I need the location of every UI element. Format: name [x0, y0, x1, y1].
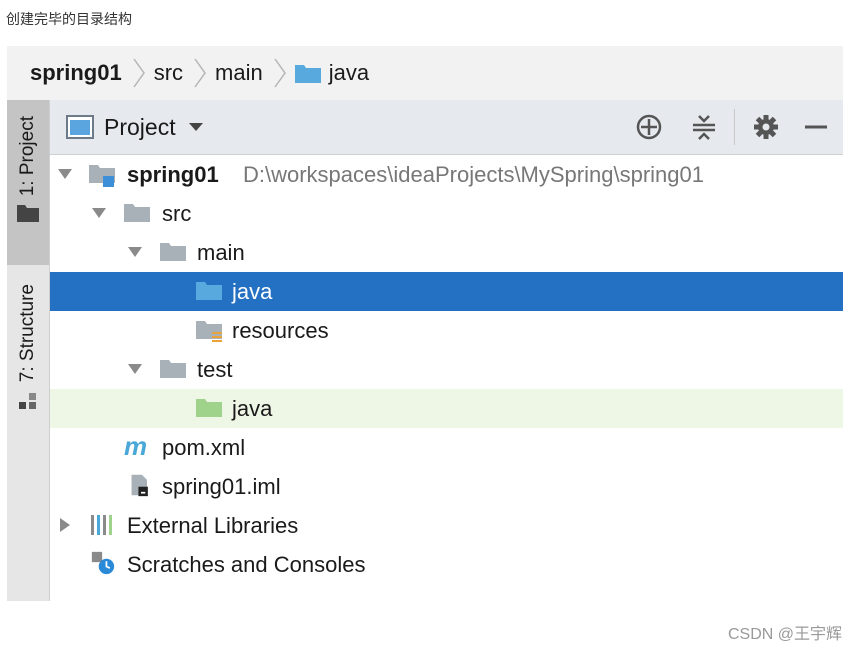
expand-arrow-icon[interactable] — [128, 245, 142, 259]
collapse-all-icon[interactable] — [690, 113, 718, 141]
tab-project-label: 1: Project — [17, 116, 38, 197]
source-folder-icon — [196, 282, 222, 300]
breadcrumb-java-label: java — [328, 60, 370, 85]
scratches-icon — [91, 551, 115, 575]
tree-row-main[interactable]: main — [50, 233, 843, 272]
tree-label-iml: spring01.iml — [162, 473, 281, 499]
tree-label-src: src — [162, 200, 192, 226]
tree-root-path: D:\workspaces\ideaProjects\MySpring\spri… — [243, 161, 704, 187]
project-view-icon — [66, 115, 94, 139]
breadcrumb-separator-icon — [133, 58, 145, 88]
breadcrumb-item-main[interactable]: main — [215, 60, 263, 86]
tree-row-root[interactable]: spring01 D:\workspaces\ideaProjects\MySp… — [50, 155, 843, 194]
tree-row-test[interactable]: test — [50, 350, 843, 389]
tree-row-test-java[interactable]: java — [50, 389, 843, 428]
tree-label-resources: resources — [232, 317, 329, 343]
folder-icon — [124, 204, 150, 222]
tree-row-src[interactable]: src — [50, 194, 843, 233]
breadcrumb: spring01 src main java — [7, 46, 843, 100]
project-tree: spring01 D:\workspaces\ideaProjects\MySp… — [50, 155, 843, 601]
tab-project[interactable]: 1: Project — [7, 100, 49, 265]
locate-icon[interactable] — [635, 113, 663, 141]
folder-icon — [160, 243, 186, 261]
gear-icon[interactable] — [752, 113, 780, 141]
maven-icon: m — [124, 431, 148, 461]
folder-icon — [17, 205, 39, 223]
project-panel-header: Project — [50, 100, 843, 155]
tab-structure[interactable]: 7: Structure — [7, 270, 49, 440]
tree-row-external-libraries[interactable]: External Libraries — [50, 506, 843, 545]
tree-label-main-java: java — [232, 278, 273, 304]
tree-row-main-java[interactable]: java — [50, 272, 843, 311]
caption: 创建完毕的目录结构 — [6, 11, 132, 27]
structure-icon — [19, 393, 36, 410]
libraries-icon — [91, 515, 112, 535]
header-divider — [734, 109, 735, 145]
collapsed-arrow-icon[interactable] — [58, 518, 72, 532]
breadcrumb-item-java[interactable]: java — [294, 60, 370, 86]
tree-label-root: spring01 — [127, 161, 219, 187]
tree-label-test-java: java — [232, 395, 273, 421]
breadcrumb-separator-icon — [274, 58, 286, 88]
panel-title[interactable]: Project — [104, 114, 176, 141]
tool-window-sidebar: 1: Project 7: Structure — [7, 100, 50, 601]
tree-label-external-libraries: External Libraries — [127, 512, 299, 538]
expand-arrow-icon[interactable] — [128, 362, 142, 376]
breadcrumb-separator-icon — [194, 58, 206, 88]
tree-row-iml[interactable]: spring01.iml — [50, 467, 843, 506]
watermark: CSDN @王宇辉 — [727, 626, 842, 643]
tree-label-pom: pom.xml — [162, 434, 246, 460]
tree-label-main: main — [197, 239, 245, 265]
source-folder-icon — [294, 65, 321, 83]
breadcrumb-item-spring01[interactable]: spring01 — [30, 60, 122, 86]
expand-arrow-icon[interactable] — [58, 167, 72, 181]
module-folder-icon — [89, 165, 115, 187]
breadcrumb-item-src[interactable]: src — [154, 60, 183, 86]
ide-window: spring01 src main java 1: Project 7: Str… — [7, 46, 843, 601]
minimize-icon[interactable] — [802, 113, 830, 141]
tree-label-test: test — [197, 356, 233, 382]
chevron-down-icon[interactable] — [188, 121, 204, 133]
tree-row-resources[interactable]: resources — [50, 311, 843, 350]
tab-structure-label: 7: Structure — [17, 284, 38, 383]
folder-icon — [160, 360, 186, 378]
expand-arrow-icon[interactable] — [92, 206, 106, 220]
tree-row-pom[interactable]: m pom.xml — [50, 428, 843, 467]
test-folder-icon — [196, 399, 222, 417]
tree-label-scratches: Scratches and Consoles — [127, 551, 366, 577]
module-file-icon — [131, 474, 148, 497]
resources-folder-icon — [196, 321, 222, 342]
tree-row-scratches[interactable]: Scratches and Consoles — [50, 545, 843, 584]
